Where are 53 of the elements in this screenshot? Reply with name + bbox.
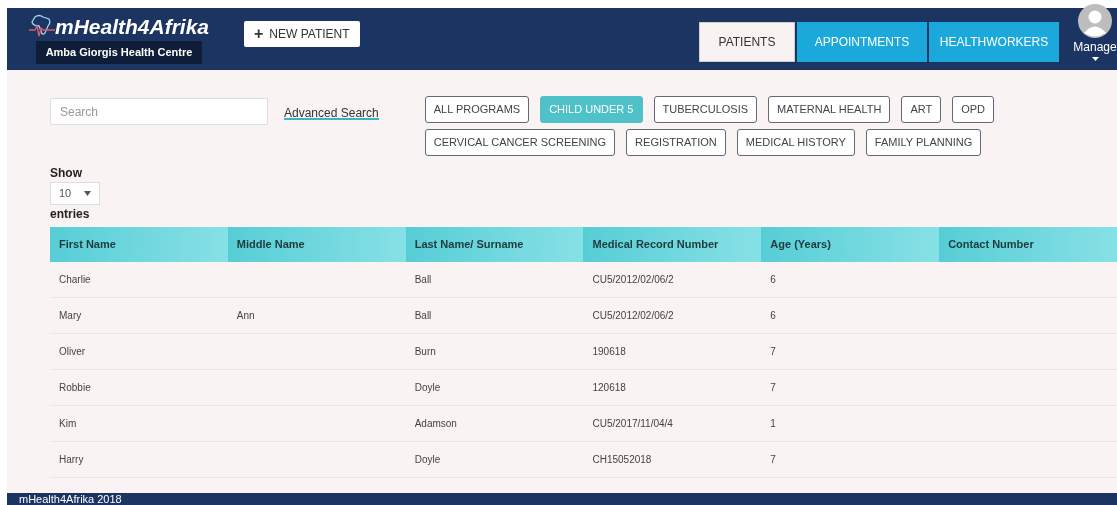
program-filter[interactable]: REGISTRATION bbox=[626, 129, 726, 156]
program-filter[interactable]: OPD bbox=[952, 96, 995, 123]
table-cell-text: 120618 bbox=[592, 381, 626, 395]
avatar-icon bbox=[1078, 4, 1112, 38]
table-cell-text: 190618 bbox=[592, 345, 626, 359]
africa-heartbeat-icon bbox=[28, 14, 55, 39]
table-cell-text: Oliver bbox=[59, 345, 86, 359]
program-filter[interactable]: CERVICAL CANCER SCREENING bbox=[424, 129, 616, 156]
table-cell-text: Mary bbox=[59, 309, 82, 323]
program-filter[interactable]: ALL PROGRAMS bbox=[424, 96, 530, 123]
table-cell-text: CH15052018 bbox=[592, 453, 652, 467]
program-filter[interactable]: MEDICAL HISTORY bbox=[736, 129, 855, 156]
table-cell-text: Kim bbox=[59, 417, 77, 431]
entries-label: entries bbox=[50, 206, 90, 223]
table-cell-text: Ann bbox=[236, 309, 255, 323]
search-field[interactable]: Search bbox=[50, 98, 268, 125]
entries-select[interactable]: 10 bbox=[50, 182, 100, 205]
program-filter[interactable]: ART bbox=[901, 96, 942, 123]
manage-menu[interactable]: Manage bbox=[1073, 41, 1117, 53]
table-cell-text: Adamson bbox=[414, 417, 457, 431]
table-cell-text: 7 bbox=[770, 453, 776, 467]
table-cell-text: Ball bbox=[414, 273, 432, 287]
app-logo: mHealth4Afrika bbox=[54, 15, 210, 37]
table-cell-text: 7 bbox=[770, 345, 776, 359]
facility-name: Amba Giorgis Health Centre bbox=[35, 41, 203, 64]
table-cell-text: CU5/2017/11/04/4 bbox=[592, 417, 673, 431]
program-filter[interactable]: TUBERCULOSIS bbox=[653, 96, 758, 123]
column-header: Last Name/ Surname bbox=[405, 227, 584, 262]
table-cell-text: 6 bbox=[770, 273, 776, 287]
column-header: Middle Name bbox=[227, 227, 406, 262]
column-header: Age (Years) bbox=[761, 227, 940, 262]
program-filter[interactable]: MATERNAL HEALTH bbox=[768, 96, 891, 123]
table-cell-text: Doyle bbox=[414, 453, 441, 467]
footer-text: mHealth4Afrika 2018 bbox=[19, 493, 123, 505]
table-cell-text: Charlie bbox=[59, 273, 91, 287]
table-cell-text: CU5/2012/02/06/2 bbox=[592, 309, 674, 323]
table-cell-text: 6 bbox=[770, 309, 776, 323]
advanced-search-link[interactable]: Advanced Search bbox=[284, 104, 379, 120]
table-cell-text: CU5/2012/02/06/2 bbox=[592, 273, 674, 287]
table-cell-text: Harry bbox=[59, 453, 84, 467]
table-cell-text: 1 bbox=[770, 417, 776, 431]
table-cell-text: Ball bbox=[414, 309, 432, 323]
caret-icon bbox=[1091, 57, 1099, 61]
new-patient-button[interactable]: + NEW PATIENT bbox=[244, 21, 360, 47]
column-header: Medical Record Number bbox=[583, 227, 762, 262]
show-label: Show bbox=[50, 165, 82, 182]
table-cell-text: Robbie bbox=[59, 381, 91, 395]
table-cell-text: 7 bbox=[770, 381, 776, 395]
program-filter[interactable]: FAMILY PLANNING bbox=[865, 129, 982, 156]
table-cell-text: Doyle bbox=[414, 381, 441, 395]
caret-icon bbox=[84, 191, 91, 196]
table-cell-text: Burn bbox=[414, 345, 436, 359]
nav-tab[interactable]: PATIENTS bbox=[699, 22, 795, 62]
